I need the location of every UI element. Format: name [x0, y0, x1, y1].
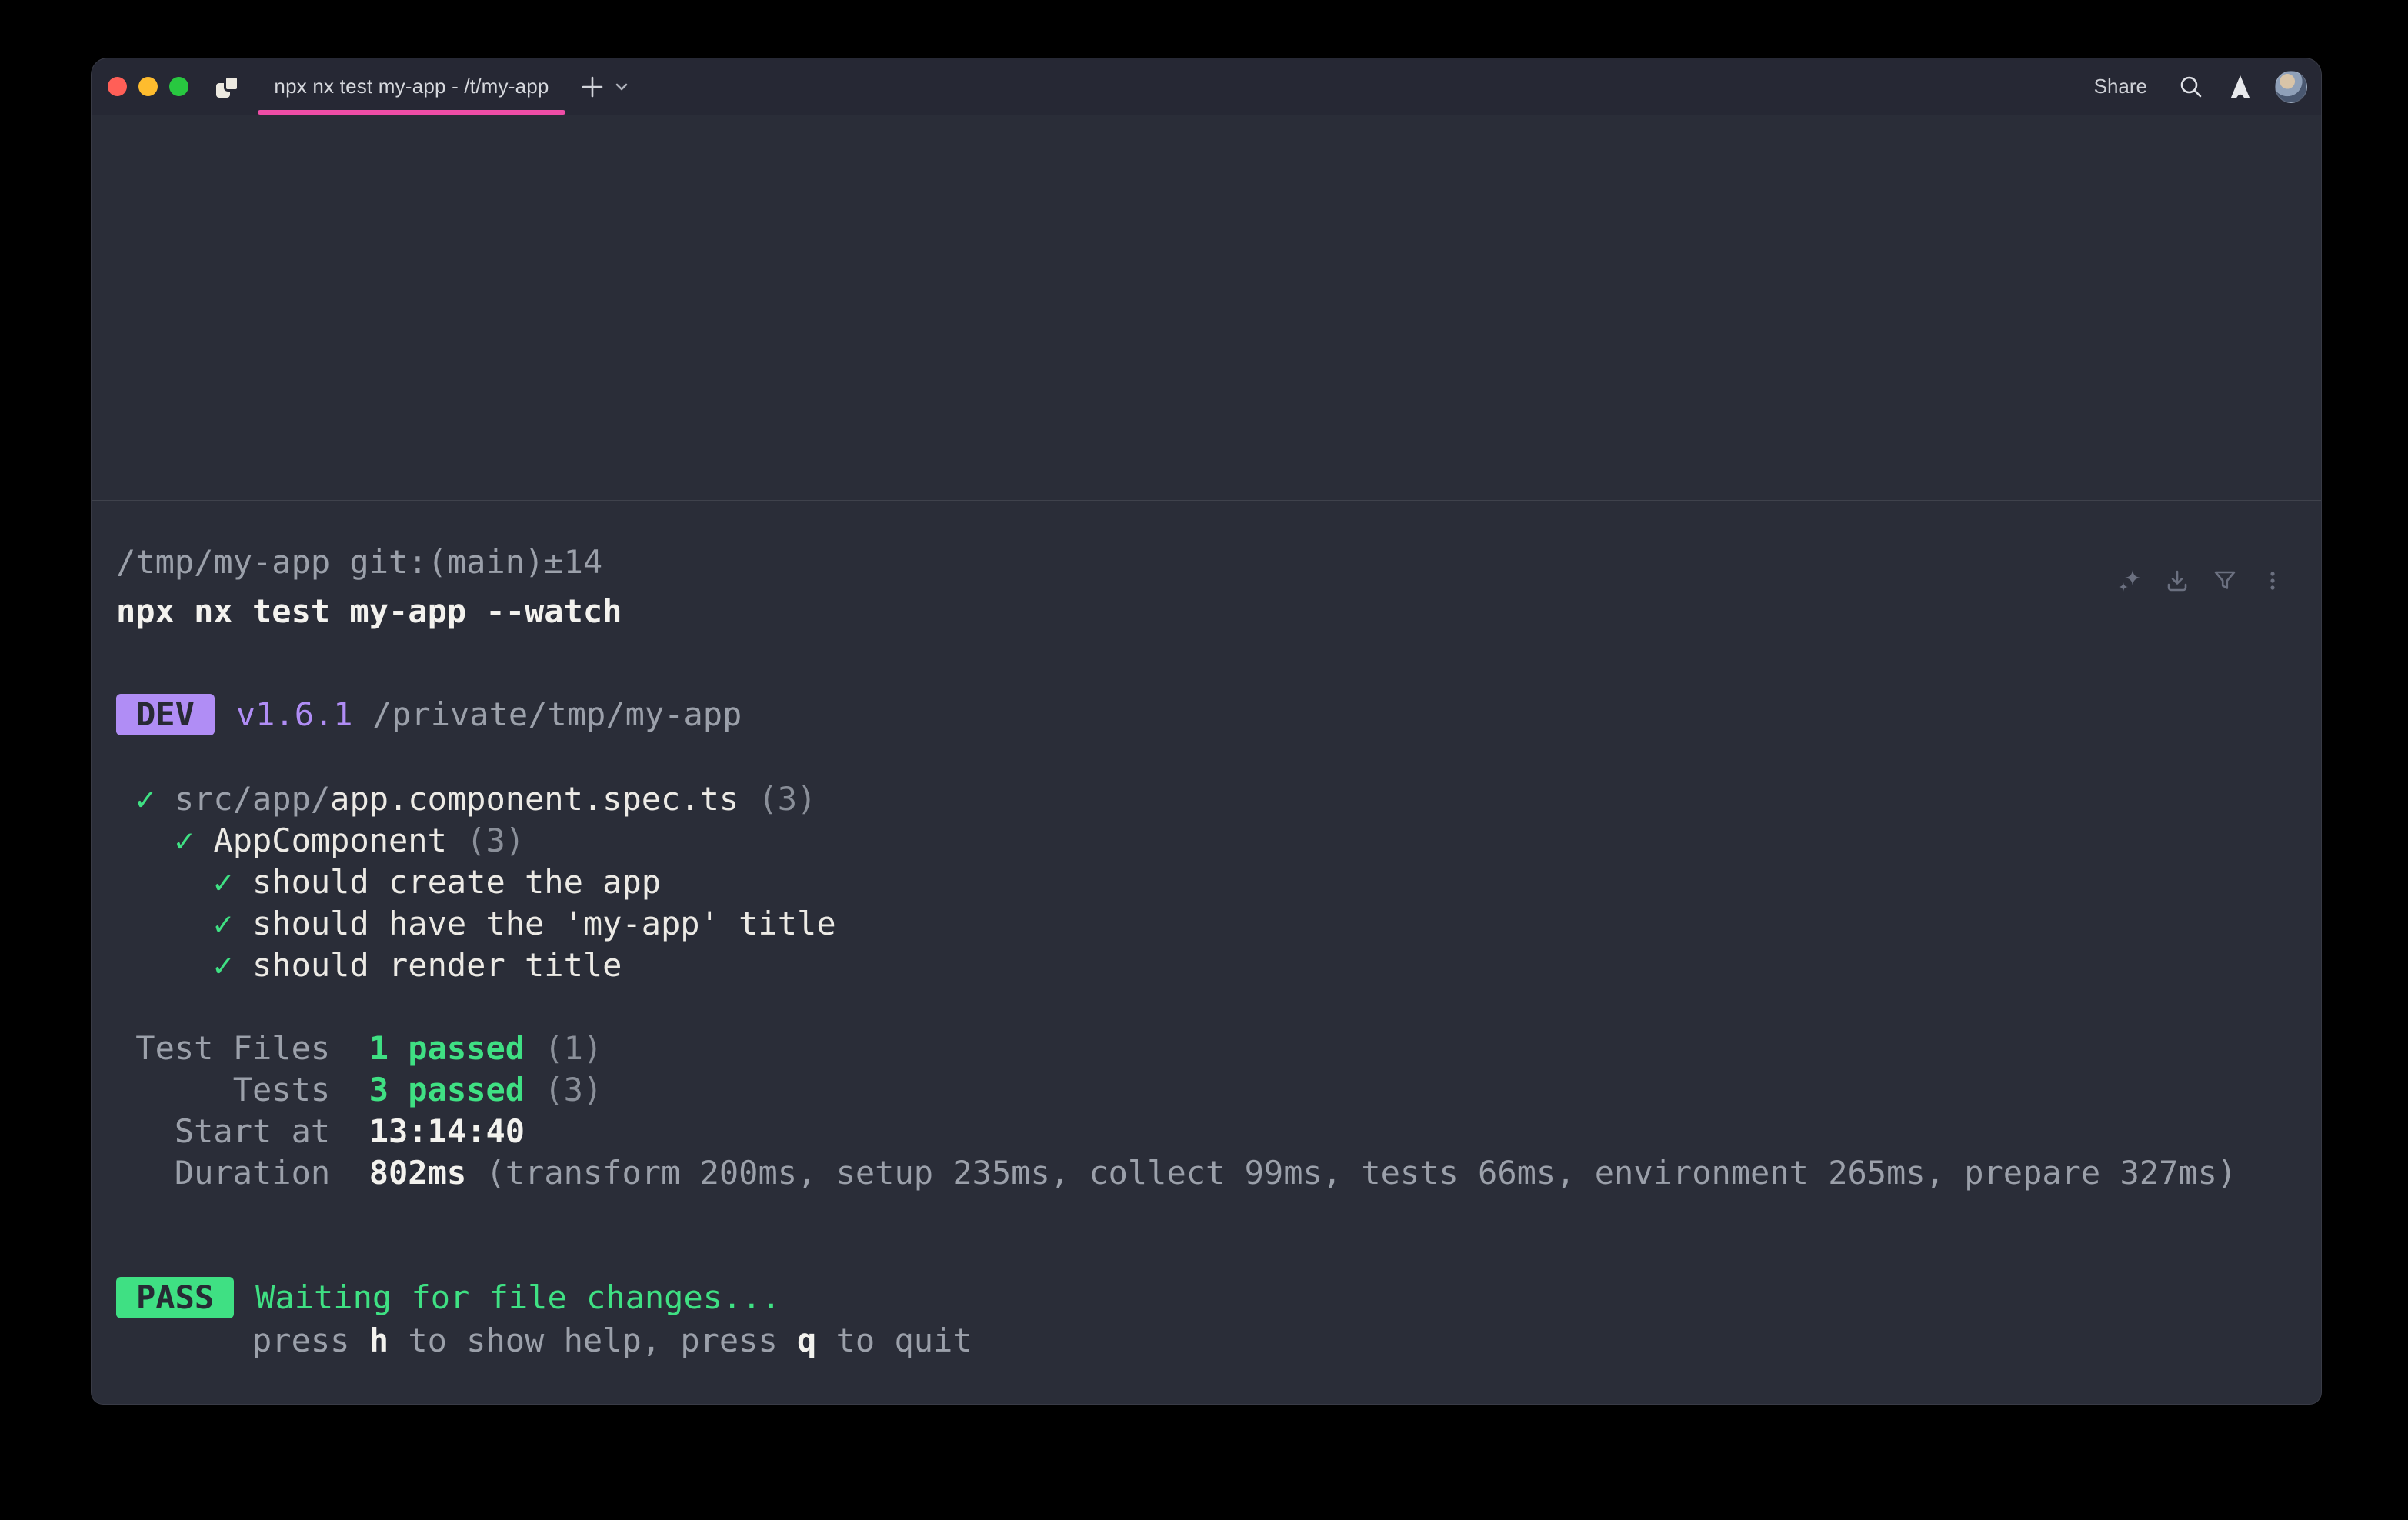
terminal-text: app.component.spec.ts [330, 780, 739, 818]
terminal-line: ✓ AppComponent (3) [116, 820, 2321, 862]
terminal-line: npx nx test my-app --watch [116, 591, 2321, 632]
avatar[interactable] [2275, 71, 2307, 103]
share-button[interactable]: Share [2094, 75, 2147, 98]
terminal-output: /tmp/my-app git:(main)±14 npx nx test my-… [116, 542, 2321, 1362]
tab-active[interactable]: npx nx test my-app - /t/my-app [258, 58, 565, 115]
terminal-line: Duration 802ms (transform 200ms, setup 2… [116, 1152, 2321, 1194]
terminal-text: (1) [525, 1029, 602, 1067]
filter-icon [2212, 568, 2238, 594]
block-toolbar [2116, 568, 2286, 594]
block-menu-button[interactable] [2260, 568, 2286, 594]
terminal-text: should create the app [252, 863, 661, 901]
new-tab-button[interactable] [579, 74, 605, 100]
terminal-text: 13:14:40 [369, 1112, 525, 1150]
check-icon: ✓ [116, 780, 175, 818]
zoom-window-button[interactable] [169, 77, 188, 96]
command-block: /tmp/my-app git:(main)±14 npx nx test my-… [92, 542, 2321, 1362]
terminal-line: ✓ src/app/app.component.spec.ts (3) [116, 778, 2321, 820]
ai-actions-button[interactable] [2116, 568, 2143, 594]
plus-icon [579, 74, 605, 100]
tab-list-dropdown-button[interactable] [613, 78, 630, 95]
terminal-text: (3) [525, 1071, 602, 1108]
terminal-line: Start at 13:14:40 [116, 1111, 2321, 1152]
filter-output-button[interactable] [2212, 568, 2238, 594]
titlebar: npx nx test my-app - /t/my-app Share [92, 58, 2321, 115]
search-button[interactable] [2178, 74, 2204, 100]
chevron-down-icon [613, 78, 630, 95]
terminal-text: 1 passed [369, 1029, 525, 1067]
check-icon: ✓ [116, 946, 252, 984]
terminal-line: ✓ should render title [116, 945, 2321, 986]
terminal-line: Tests 3 passed (3) [116, 1069, 2321, 1111]
terminal-line: ✓ should have the 'my-app' title [116, 903, 2321, 945]
scrollback-area[interactable] [92, 115, 2321, 501]
tab-active-underline [258, 110, 565, 115]
terminal-window: npx nx test my-app - /t/my-app Share [91, 58, 2322, 1405]
terminal-line: PASS Waiting for file changes... [116, 1277, 2321, 1318]
kebab-menu-icon [2260, 568, 2286, 594]
terminal-text: h [369, 1322, 389, 1359]
warp-menu-button[interactable] [2229, 75, 2252, 99]
terminal-line: ✓ should create the app [116, 862, 2321, 903]
terminal-line: /tmp/my-app git:(main)±14 [116, 542, 2321, 583]
dev-badge: DEV [116, 694, 215, 735]
terminal-text: (transform 200ms, setup 235ms, collect 9… [466, 1154, 2236, 1192]
terminal-text: to quit [816, 1322, 972, 1359]
terminal-line: DEV v1.6.1 /private/tmp/my-app [116, 694, 2321, 735]
terminal-text: Waiting for file changes... [255, 1278, 781, 1316]
download-icon [2164, 568, 2190, 594]
search-icon [2178, 74, 2204, 100]
terminal-text: /private/tmp/my-app [353, 695, 742, 733]
terminal-text: 802ms [369, 1154, 466, 1192]
terminal-text: to show help, press [389, 1322, 797, 1359]
terminal-text: AppComponent [213, 822, 446, 859]
sparkles-icon [2116, 568, 2143, 594]
check-icon: ✓ [116, 905, 252, 942]
desktop: npx nx test my-app - /t/my-app Share [0, 0, 2408, 1520]
terminal-text: Start at [116, 1112, 369, 1150]
terminal-text: should render title [252, 946, 622, 984]
terminal-line: press h to show help, press q to quit [116, 1320, 2321, 1362]
terminal-text: Duration [116, 1154, 369, 1192]
terminal-text: npx nx test my-app --watch [116, 592, 622, 630]
traffic-lights [108, 77, 188, 96]
terminal-text: Test Files [116, 1029, 369, 1067]
warp-logo-icon [2229, 75, 2252, 99]
tab-title: npx nx test my-app - /t/my-app [274, 75, 549, 98]
terminal-text: 3 passed [369, 1071, 525, 1108]
download-output-button[interactable] [2164, 568, 2190, 594]
terminal-line: Test Files 1 passed (1) [116, 1028, 2321, 1069]
terminal-text: (3) [447, 822, 525, 859]
pass-badge: PASS [116, 1277, 234, 1318]
terminal-text: (3) [739, 780, 816, 818]
panes-icon [216, 75, 239, 98]
terminal-text: src/app/ [175, 780, 330, 818]
close-window-button[interactable] [108, 77, 127, 96]
minimize-window-button[interactable] [138, 77, 158, 96]
terminal-text: press [116, 1322, 369, 1359]
terminal-text: v1.6.1 [236, 695, 353, 733]
terminal-text: Tests [116, 1071, 369, 1108]
terminal-text: should have the 'my-app' title [252, 905, 836, 942]
terminal-text: q [797, 1322, 816, 1359]
check-icon: ✓ [116, 863, 252, 901]
check-icon: ✓ [116, 822, 213, 859]
terminal-text: /tmp/my-app git:(main)±14 [116, 543, 602, 581]
